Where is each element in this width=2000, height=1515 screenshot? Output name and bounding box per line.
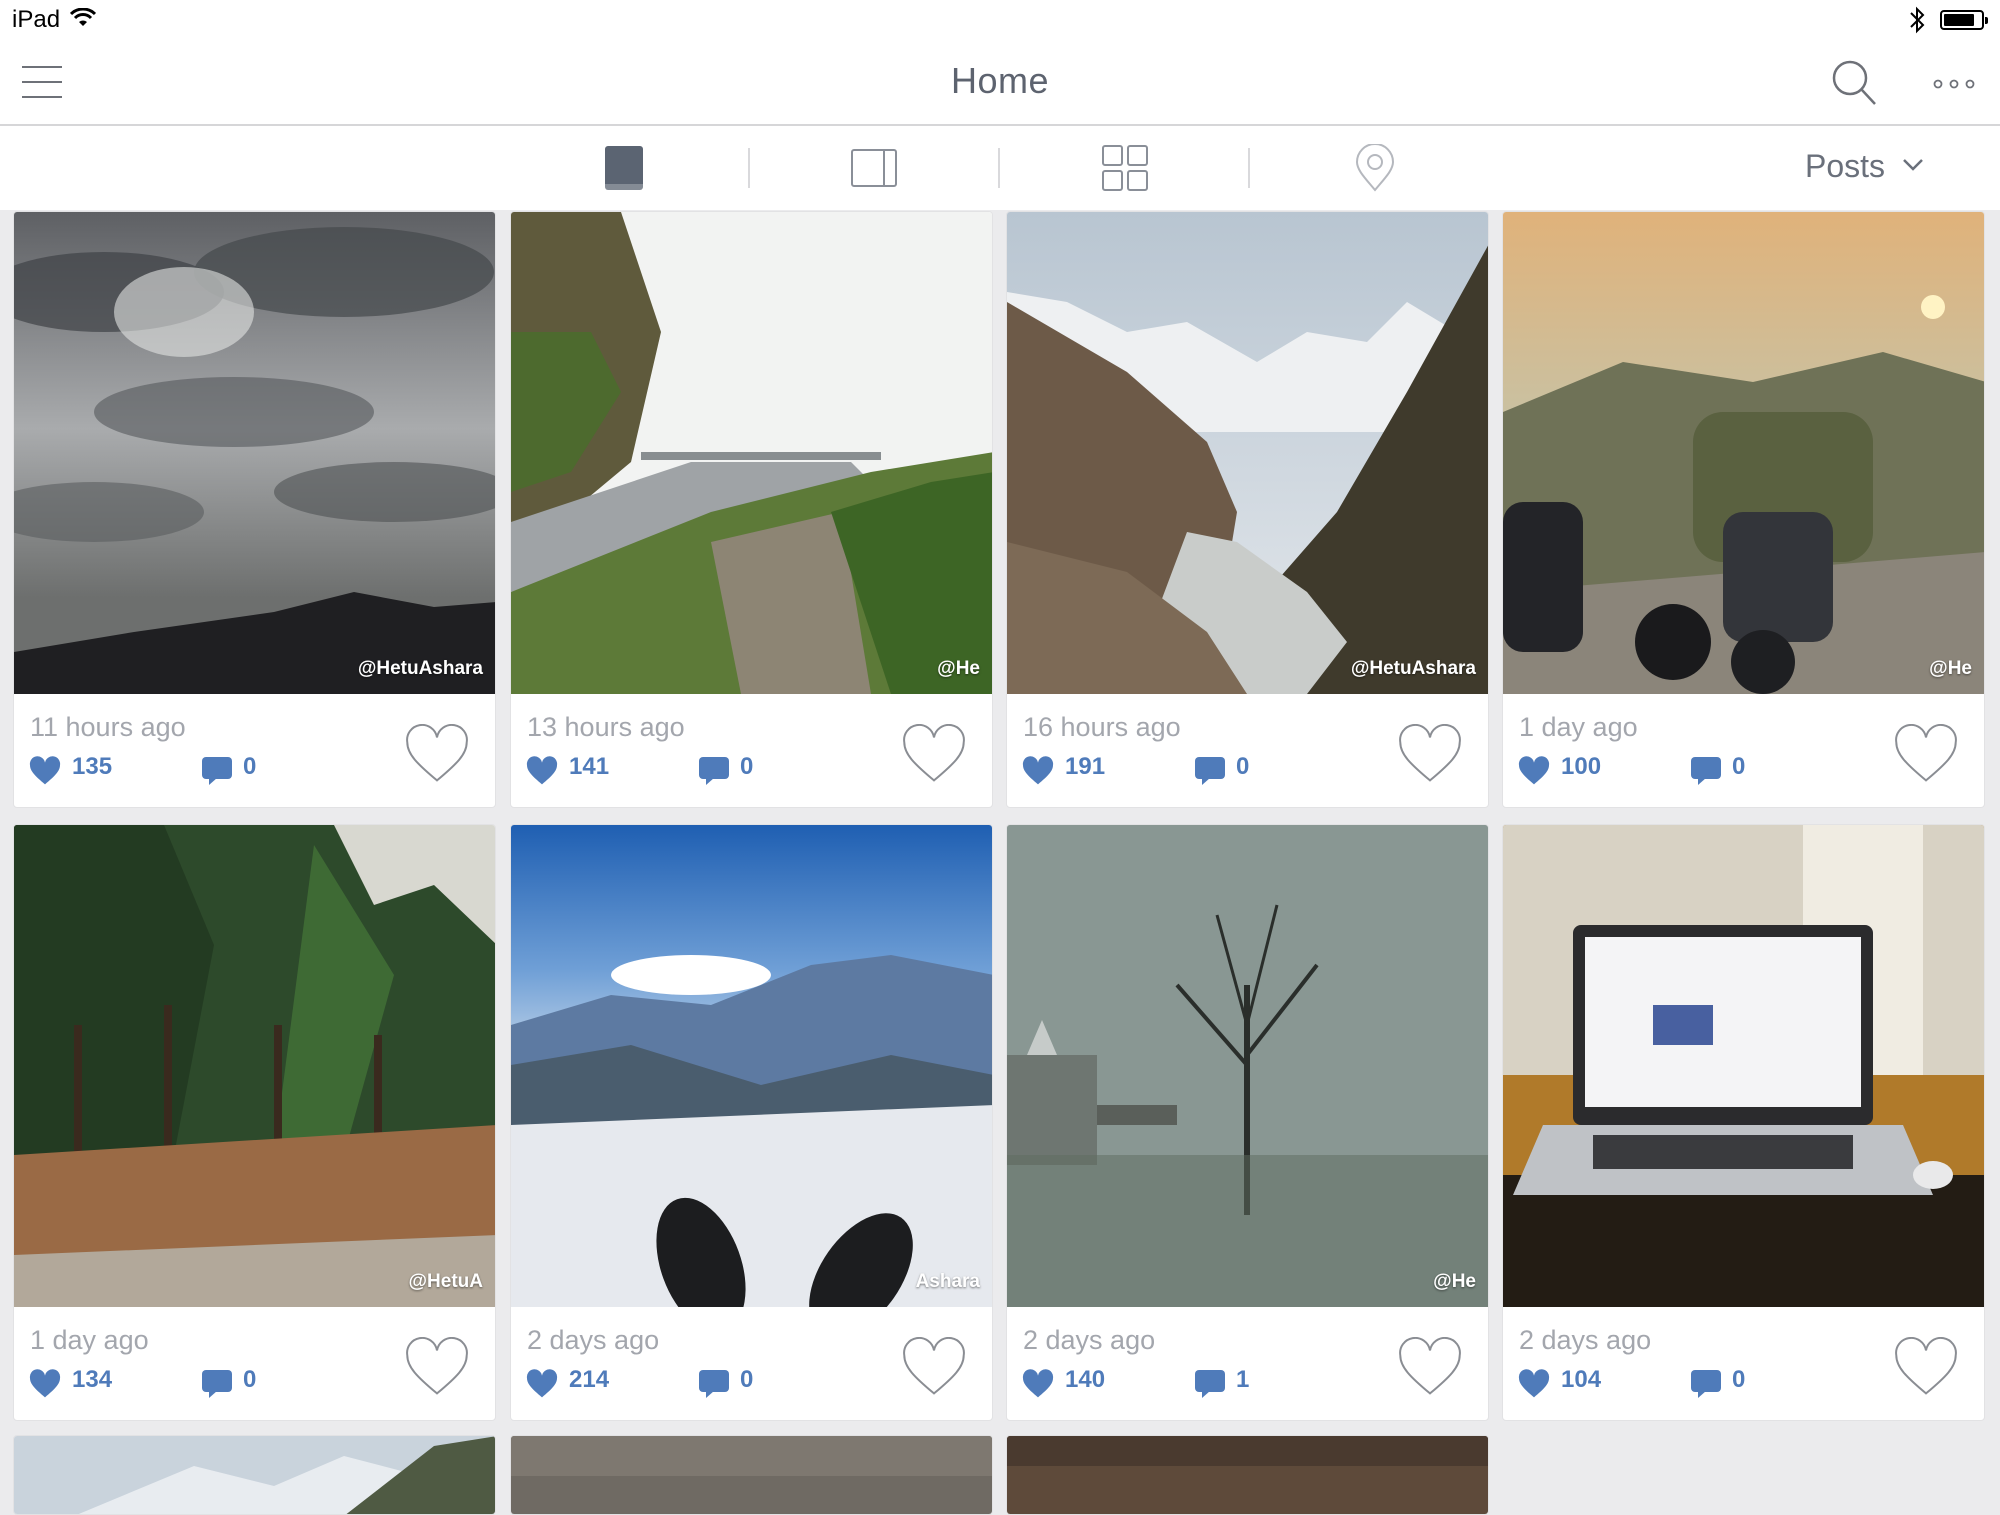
post-photo[interactable]: @He — [1007, 825, 1488, 1307]
post-card[interactable]: @HetuA 1 day ago 134 0 — [13, 824, 496, 1421]
photo-watermark: @HetuA — [408, 1271, 483, 1292]
posts-filter-label[interactable]: Posts — [1805, 148, 1885, 185]
likes-heart-icon — [1022, 756, 1054, 785]
comment-bubble-icon — [202, 757, 232, 785]
post-photo[interactable] — [1503, 825, 1984, 1307]
like-button-heart-icon[interactable] — [901, 1337, 967, 1397]
post-photo — [1007, 1436, 1488, 1514]
post-card[interactable]: @HetuAshara 16 hours ago 191 0 — [1006, 211, 1489, 808]
map-pin-icon[interactable] — [1351, 144, 1399, 192]
view-switcher: Posts — [0, 126, 2000, 210]
likes-heart-icon — [526, 756, 558, 785]
post-photo[interactable]: @He — [1503, 212, 1984, 694]
comments-count: 0 — [740, 753, 754, 780]
comments-count: 0 — [243, 753, 257, 780]
comments-count: 0 — [740, 1366, 754, 1393]
likes-count: 141 — [569, 753, 610, 780]
like-button-heart-icon[interactable] — [1397, 724, 1463, 784]
photo-watermark: Ashara — [915, 1271, 980, 1292]
comments-count: 0 — [1732, 753, 1746, 780]
post-card[interactable]: Ashara 2 days ago 214 0 — [510, 824, 993, 1421]
post-photo[interactable]: @HetuA — [14, 825, 495, 1307]
post-card[interactable]: @He 1 day ago 100 0 — [1502, 211, 1985, 808]
comment-bubble-icon — [1195, 757, 1225, 785]
post-photo — [14, 1436, 495, 1514]
likes-count: 140 — [1065, 1366, 1106, 1393]
single-view-icon[interactable] — [601, 144, 649, 192]
device-name: iPad — [12, 6, 61, 33]
grid-view-icon[interactable] — [1101, 144, 1149, 192]
post-card[interactable]: @HetuAshara 11 hours ago 135 0 — [13, 211, 496, 808]
likes-heart-icon — [29, 1369, 61, 1398]
comments-count: 0 — [243, 1366, 257, 1393]
post-photo[interactable]: Ashara — [511, 825, 992, 1307]
comment-bubble-icon — [1691, 757, 1721, 785]
post-time: 2 days ago — [1023, 1325, 1156, 1355]
likes-count: 100 — [1561, 753, 1602, 780]
bluetooth-icon — [1910, 6, 1925, 34]
post-time: 2 days ago — [527, 1325, 660, 1355]
comment-bubble-icon — [699, 757, 729, 785]
likes-heart-icon — [29, 756, 61, 785]
split-view-icon[interactable] — [850, 144, 898, 192]
post-card[interactable]: 2 days ago 104 0 — [1502, 824, 1985, 1421]
separator — [1248, 148, 1250, 188]
status-bar: iPad — [0, 0, 2000, 40]
post-photo[interactable]: @He — [511, 212, 992, 694]
likes-count: 135 — [72, 753, 113, 780]
likes-count: 191 — [1065, 753, 1106, 780]
search-icon[interactable] — [1830, 58, 1878, 108]
comment-bubble-icon — [699, 1370, 729, 1398]
post-card[interactable]: @He 2 days ago 140 1 — [1006, 824, 1489, 1421]
separator — [748, 148, 750, 188]
photo-watermark: @HetuAshara — [357, 658, 483, 679]
like-button-heart-icon[interactable] — [1893, 1337, 1959, 1397]
post-card-partial[interactable] — [13, 1435, 496, 1515]
post-card-partial[interactable] — [510, 1435, 993, 1515]
like-button-heart-icon[interactable] — [1397, 1337, 1463, 1397]
photo-watermark: @HetuAshara — [1350, 658, 1476, 679]
like-button-heart-icon[interactable] — [404, 724, 470, 784]
separator — [998, 148, 1000, 188]
post-photo[interactable]: @HetuAshara — [1007, 212, 1488, 694]
chevron-down-icon[interactable] — [1902, 158, 1924, 172]
photo-watermark: @He — [1433, 1271, 1476, 1292]
likes-heart-icon — [1022, 1369, 1054, 1398]
likes-count: 134 — [72, 1366, 113, 1393]
likes-count: 104 — [1561, 1366, 1602, 1393]
comment-bubble-icon — [1195, 1370, 1225, 1398]
post-time: 2 days ago — [1519, 1325, 1652, 1355]
page-title: Home — [950, 60, 1050, 101]
navigation-bar: Home — [0, 40, 2000, 126]
post-time: 1 day ago — [1519, 712, 1638, 742]
more-options-icon[interactable] — [1932, 78, 1976, 90]
battery-icon — [1940, 10, 1988, 30]
photo-watermark: @He — [1929, 658, 1972, 679]
post-photo — [511, 1436, 992, 1514]
comments-count: 0 — [1236, 753, 1250, 780]
post-time: 11 hours ago — [30, 712, 186, 742]
comment-bubble-icon — [202, 1370, 232, 1398]
likes-heart-icon — [1518, 1369, 1550, 1398]
post-photo[interactable]: @HetuAshara — [14, 212, 495, 694]
likes-count: 214 — [569, 1366, 610, 1393]
post-time: 16 hours ago — [1023, 712, 1181, 742]
comment-bubble-icon — [1691, 1370, 1721, 1398]
comments-count: 0 — [1732, 1366, 1746, 1393]
photo-watermark: @He — [937, 658, 980, 679]
like-button-heart-icon[interactable] — [1893, 724, 1959, 784]
post-time: 13 hours ago — [527, 712, 685, 742]
likes-heart-icon — [1518, 756, 1550, 785]
like-button-heart-icon[interactable] — [901, 724, 967, 784]
post-card[interactable]: @He 13 hours ago 141 0 — [510, 211, 993, 808]
like-button-heart-icon[interactable] — [404, 1337, 470, 1397]
wifi-icon — [70, 8, 96, 26]
post-time: 1 day ago — [30, 1325, 149, 1355]
likes-heart-icon — [526, 1369, 558, 1398]
post-card-partial[interactable] — [1006, 1435, 1489, 1515]
comments-count: 1 — [1236, 1366, 1250, 1393]
